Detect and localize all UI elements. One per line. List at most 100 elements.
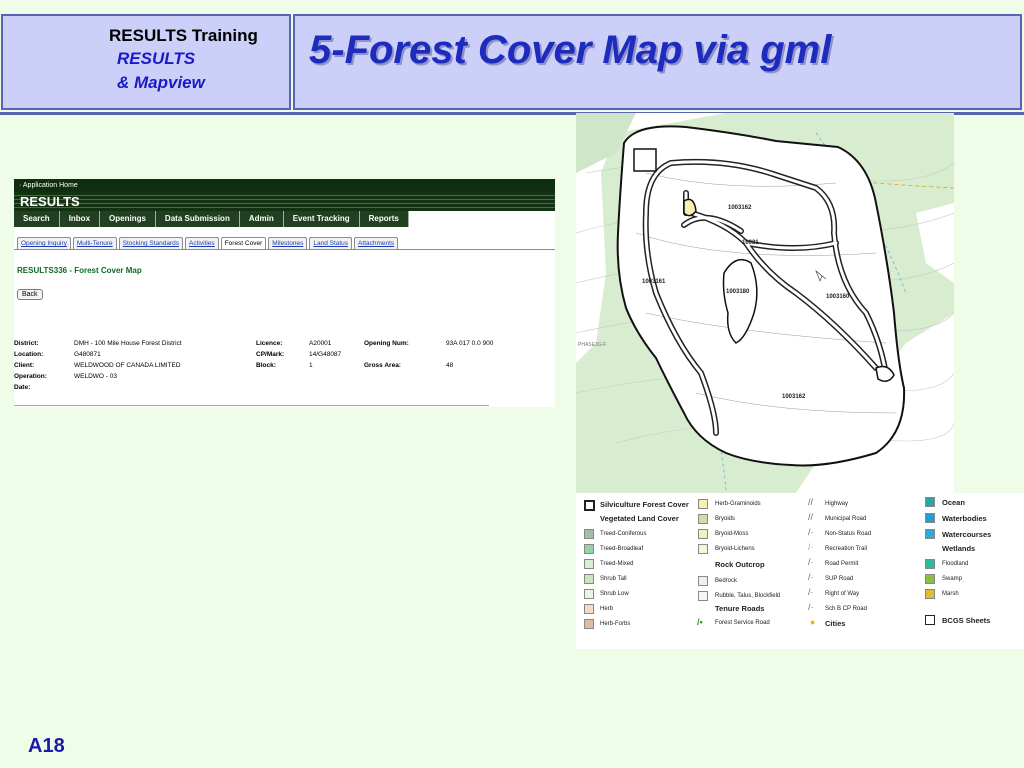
block-label-1003160: 1003160 <box>826 294 850 300</box>
legend-swatch-treed-coniferous <box>584 529 594 539</box>
legend-silviculture-swatch <box>584 500 595 511</box>
legend-municipal-road: Municipal Road <box>825 516 867 522</box>
header-left-panel: RESULTS Training RESULTS & Mapview <box>1 14 291 110</box>
legend-swatch-treed-broadleaf <box>584 544 594 554</box>
licence-value: A20001 <box>309 340 332 347</box>
tab-stocking-standards[interactable]: Stocking Standards <box>118 237 184 249</box>
legend-watercourses: Watercourses <box>942 530 992 539</box>
legend-swatch-shrub-low <box>584 589 594 599</box>
opening-tabs: Opening Inquiry Multi-Tenure Stocking St… <box>17 237 400 249</box>
block-label: Block: <box>256 362 276 369</box>
nav-search[interactable]: Search <box>14 211 60 227</box>
nav-reports[interactable]: Reports <box>360 211 409 227</box>
legend-swatch-bryoid-lichens <box>698 544 708 554</box>
slide-code: A18 <box>28 735 65 757</box>
back-button[interactable]: Back <box>17 289 43 300</box>
legend-swatch-herb <box>584 604 594 614</box>
location-value: G480871 <box>74 351 101 358</box>
slide-title: 5-Forest Cover Map via gml <box>309 28 832 72</box>
block-label-1003180: 1003180 <box>726 289 750 295</box>
legend-swatch-shrub-tall <box>584 574 594 584</box>
block-label-1003161: 1003161 <box>642 279 666 285</box>
legend-sup-road: SUP Road <box>825 576 854 582</box>
legend-shrub-tall: Shrub Tall <box>600 576 627 582</box>
legend-bryoids: Bryoids <box>715 516 736 522</box>
legend-wetlands-heading: Wetlands <box>942 544 976 553</box>
legend-bcgs: BCGS Sheets <box>942 616 991 625</box>
gross-area-label: Gross Area: <box>364 362 401 369</box>
legend-herb: Herb <box>600 606 614 612</box>
opening-num-label: Opening Num: <box>364 340 409 347</box>
results-app-screenshot: · Application Home RESULTS Search Inbox … <box>14 179 555 407</box>
nav-event-tracking[interactable]: Event Tracking <box>284 211 360 227</box>
nav-admin[interactable]: Admin <box>240 211 284 227</box>
legend-swatch-ocean <box>925 497 935 507</box>
legend-swatch-waterbodies <box>925 513 935 523</box>
legend-sch-b-cp-road: Sch B CP Road <box>825 606 867 612</box>
tab-opening-inquiry[interactable]: Opening Inquiry <box>17 237 71 249</box>
legend-swatch-bryoids <box>698 514 708 524</box>
legend-recreation-trail: Recreation Trail <box>825 546 868 552</box>
legend-tenure-heading: Tenure Roads <box>715 604 765 613</box>
legend-waterbodies: Waterbodies <box>942 514 987 523</box>
cpmark-value: 14/G48087 <box>309 351 342 358</box>
course-subtitle-2: & Mapview <box>117 73 205 92</box>
app-banner: RESULTS <box>14 192 555 211</box>
legend-rock-heading: Rock Outcrop <box>715 560 765 569</box>
city-dot-icon: ● <box>810 617 816 627</box>
forest-service-road-icon: /• <box>697 617 703 627</box>
landing-square <box>633 148 657 172</box>
nav-data-submission[interactable]: Data Submission <box>156 211 240 227</box>
legend-swatch-herb-forbs <box>584 619 594 629</box>
block-label-1003162-north: 1003162 <box>728 205 752 211</box>
location-label: Location: <box>14 351 44 358</box>
legend-swatch-rubble <box>698 591 708 601</box>
road-permit-icon: /· <box>808 557 814 567</box>
legend-swatch-watercourses <box>925 529 935 539</box>
tab-attachments[interactable]: Attachments <box>354 237 399 249</box>
map-side-label: PHASE3G-F <box>578 342 606 348</box>
licence-label: Licence: <box>256 340 283 347</box>
tab-multi-tenure[interactable]: Multi-Tenure <box>72 237 117 249</box>
legend-rubble: Rubble, Talus, Blockfield <box>715 593 781 599</box>
tab-underline <box>14 249 555 250</box>
legend-shrub-low: Shrub Low <box>600 591 629 597</box>
legend-marsh: Marsh <box>942 591 959 597</box>
map-canvas: 1003162 1003161 1003180 1003160 1003162 … <box>576 113 954 493</box>
opening-num-value: 93A 017 0.0 900 <box>446 340 494 347</box>
non-status-road-icon: /· <box>808 527 814 537</box>
legend-swatch-treed-mixed <box>584 559 594 569</box>
district-value: DMH - 100 Mile House Forest District <box>74 340 182 347</box>
tab-milestones[interactable]: Milestones <box>268 237 308 249</box>
legend-swatch-marsh <box>925 589 935 599</box>
legend-vegetated-heading: Vegetated Land Cover <box>600 514 679 523</box>
legend-herb-forbs: Herb-Forbs <box>600 621 631 627</box>
page-heading: RESULTS336 - Forest Cover Map <box>17 266 142 275</box>
legend-herb-graminoids: Herb-Graminoids <box>715 501 761 507</box>
legend-swatch-bedrock <box>698 576 708 586</box>
nav-filler <box>408 211 555 227</box>
legend-treed-broadleaf: Treed-Broadleaf <box>600 546 644 552</box>
legend-bryoid-lichens: Bryoid-Lichens <box>715 546 755 552</box>
course-subtitle-1: RESULTS <box>117 49 196 68</box>
sch-b-cp-road-icon: /· <box>808 602 814 612</box>
application-home-link[interactable]: · Application Home <box>14 179 555 192</box>
tab-forest-cover[interactable]: Forest Cover <box>220 237 267 249</box>
tab-activities[interactable]: Activities <box>185 237 219 249</box>
legend-treed-mixed: Treed-Mixed <box>600 561 634 567</box>
forest-cover-map[interactable]: 1003162 1003161 1003180 1003160 1003162 … <box>576 113 954 493</box>
map-legend: Silviculture Forest Cover Vegetated Land… <box>576 493 1024 649</box>
operation-value: WELDWO - 03 <box>74 373 117 380</box>
app-bottom-rule <box>14 405 489 406</box>
nav-openings[interactable]: Openings <box>100 211 156 227</box>
legend-forest-service-road: Forest Service Road <box>715 620 770 626</box>
gross-area-value: 48 <box>446 362 454 369</box>
tab-land-status[interactable]: Land Status <box>309 237 353 249</box>
course-title: RESULTS Training <box>109 26 258 45</box>
date-label: Date: <box>14 384 31 391</box>
district-label: District: <box>14 340 39 347</box>
nav-inbox[interactable]: Inbox <box>60 211 101 227</box>
legend-ocean: Ocean <box>942 498 965 507</box>
operation-label: Operation: <box>14 373 47 380</box>
legend-swatch-floodland <box>925 559 935 569</box>
